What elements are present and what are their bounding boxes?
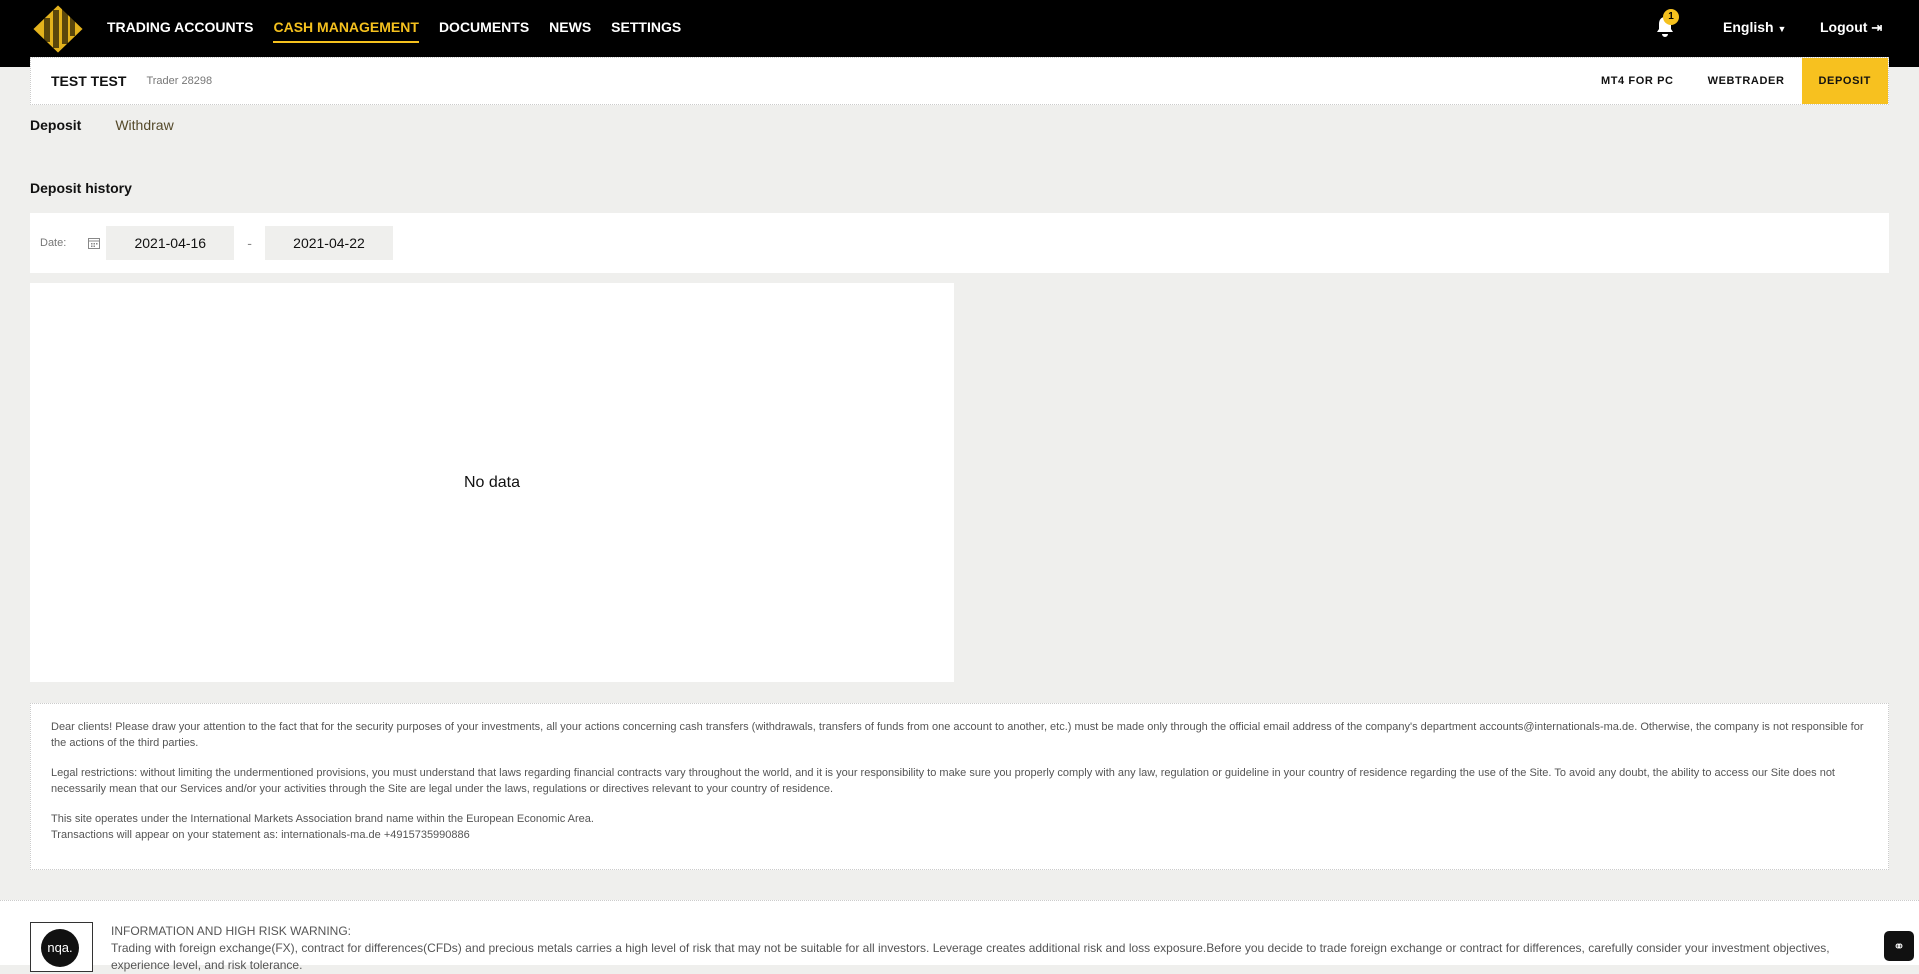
notice-paragraph: This site operates under the Internation…	[51, 813, 594, 825]
mt4-for-pc-button[interactable]: MT4 FOR PC	[1584, 58, 1691, 104]
footer: nqa. INFORMATION AND HIGH RISK WARNING: …	[0, 900, 1919, 972]
nav-documents[interactable]: DOCUMENTS	[439, 19, 529, 43]
logout-label: Logout	[1820, 19, 1868, 35]
logout-button[interactable]: Logout ⇥	[1820, 19, 1882, 36]
nqa-logo-mark: nqa.	[41, 929, 79, 967]
caret-down-icon: ▼	[1777, 24, 1787, 34]
risk-warning-text: Trading with foreign exchange(FX), contr…	[111, 941, 1830, 972]
main-nav: TRADING ACCOUNTS CASH MANAGEMENT DOCUMEN…	[107, 19, 681, 43]
nav-news[interactable]: NEWS	[549, 19, 591, 43]
section-title: Deposit history	[30, 180, 132, 196]
date-label: Date:	[40, 237, 67, 249]
logout-icon: ⇥	[1871, 20, 1883, 35]
webtrader-button[interactable]: WEBTRADER	[1691, 58, 1802, 104]
notice-paragraph: Dear clients! Please draw your attention…	[51, 721, 1864, 749]
date-filter: Date: 2021-04-16 - 2021-04-22	[30, 213, 1889, 273]
cash-tabs: Deposit Withdraw	[30, 117, 174, 133]
risk-warning-heading: INFORMATION AND HIGH RISK WARNING:	[111, 924, 352, 938]
date-from-input[interactable]: 2021-04-16	[106, 226, 235, 260]
nav-trading-accounts[interactable]: TRADING ACCOUNTS	[107, 19, 253, 43]
calendar-icon[interactable]	[88, 237, 101, 249]
date-to-input[interactable]: 2021-04-22	[264, 226, 393, 260]
notice-paragraph: Legal restrictions: without limiting the…	[51, 767, 1835, 795]
link-icon: ⚭	[1893, 938, 1905, 954]
chat-widget-button[interactable]: ⚭	[1884, 931, 1914, 961]
account-name: TEST TEST	[51, 73, 127, 89]
security-notice: Dear clients! Please draw your attention…	[30, 703, 1889, 870]
nav-settings[interactable]: SETTINGS	[611, 19, 681, 43]
notice-paragraph: Transactions will appear on your stateme…	[51, 829, 470, 841]
language-dropdown[interactable]: English ▼	[1723, 19, 1786, 35]
trader-id: Trader 28298	[146, 75, 213, 87]
empty-state: No data	[463, 473, 521, 491]
nav-cash-management[interactable]: CASH MANAGEMENT	[273, 19, 419, 43]
account-header: TEST TEST Trader 28298 MT4 FOR PC WEBTRA…	[30, 57, 1889, 105]
date-separator: -	[247, 235, 252, 251]
deposit-button[interactable]: DEPOSIT	[1801, 58, 1888, 104]
tab-deposit[interactable]: Deposit	[30, 117, 81, 133]
brand-logo[interactable]	[30, 2, 86, 56]
deposit-history-table: No data	[30, 283, 954, 682]
tab-withdraw[interactable]: Withdraw	[115, 117, 173, 133]
language-label: English	[1723, 19, 1774, 35]
notification-badge: 1	[1663, 9, 1679, 25]
